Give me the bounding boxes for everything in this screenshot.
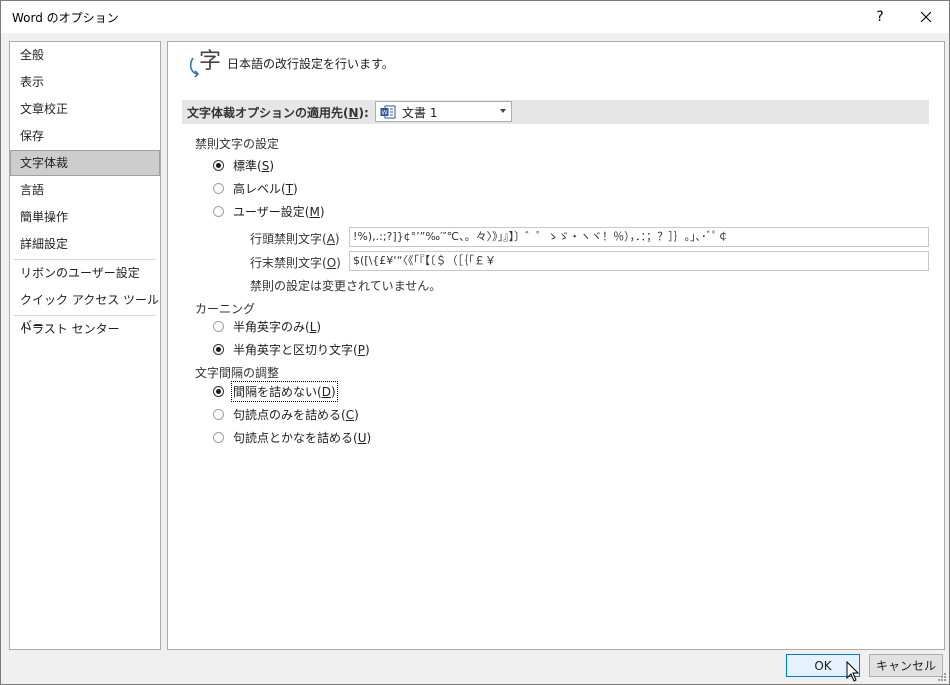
selected-document: 文書 1 xyxy=(402,106,438,120)
sidebar-item-language[interactable]: 言語 xyxy=(10,177,160,203)
sidebar-item-proofing[interactable]: 文章校正 xyxy=(10,96,160,122)
kerning-half-width-punct-radio[interactable]: 半角英字と区切り文字(P) xyxy=(213,340,370,358)
radio-button[interactable] xyxy=(213,182,224,194)
sidebar-item-typography[interactable]: 文字体裁 xyxy=(10,150,160,176)
resize-grip-icon[interactable] xyxy=(937,672,947,682)
options-sidebar: 全般 表示 文章校正 保存 文字体裁 言語 簡単操作 詳細設定 リボンのユーザー… xyxy=(9,41,161,650)
kinsoku-section-title: 禁則文字の設定 xyxy=(195,137,280,151)
radio-label: ユーザー設定(M) xyxy=(233,204,325,219)
character-layout-icon: 字 xyxy=(189,49,221,78)
help-icon: ? xyxy=(876,9,884,25)
word-options-dialog: Word のオプション ? 全般 表示 文章校正 保存 文字体裁 言語 簡単操作… xyxy=(0,0,950,685)
sidebar-item-general[interactable]: 全般 xyxy=(10,42,160,68)
kerning-section-title: カーニング xyxy=(195,302,256,316)
radio-button[interactable] xyxy=(213,205,224,217)
cancel-button[interactable]: キャンセル xyxy=(869,654,943,677)
radio-button[interactable] xyxy=(213,320,224,332)
close-button[interactable] xyxy=(903,1,949,33)
radio-button[interactable] xyxy=(213,159,224,171)
sidebar-item-trust-center[interactable]: トラスト センター xyxy=(10,316,160,342)
trailing-forbidden-chars-field[interactable]: $([\{£¥‘“〈《「『【〔＄（［｛｢￡￥ xyxy=(349,251,929,271)
sidebar-item-label: 簡単操作 xyxy=(20,210,69,224)
kerning-half-width-radio[interactable]: 半角英字のみ(L) xyxy=(213,317,321,335)
sidebar-item-label: 文字体裁 xyxy=(20,156,69,170)
spacing-section-title: 文字間隔の調整 xyxy=(195,366,280,380)
kinsoku-high-radio[interactable]: 高レベル(T) xyxy=(213,179,298,197)
spacing-punct-only-radio[interactable]: 句読点のみを詰める(C) xyxy=(213,405,359,423)
word-document-icon: W xyxy=(380,105,396,119)
kinsoku-custom-radio[interactable]: ユーザー設定(M) xyxy=(213,202,325,220)
sidebar-item-label: 表示 xyxy=(20,75,45,89)
radio-button[interactable] xyxy=(213,431,224,443)
window-title: Word のオプション xyxy=(12,11,119,25)
sidebar-item-save[interactable]: 保存 xyxy=(10,123,160,149)
kinsoku-standard-radio[interactable]: 標準(S) xyxy=(213,156,274,174)
spacing-no-compress-radio[interactable]: 間隔を詰めない(D) xyxy=(213,380,338,402)
radio-label: 高レベル(T) xyxy=(233,181,298,196)
spacing-punct-kana-radio[interactable]: 句読点とかなを詰める(U) xyxy=(213,428,371,446)
sidebar-item-customize-ribbon[interactable]: リボンのユーザー設定 xyxy=(10,260,160,286)
sidebar-item-label: トラスト センター xyxy=(20,322,120,336)
radio-label: 標準(S) xyxy=(233,158,274,173)
leading-forbidden-chars-field[interactable]: !%),.:;?]}¢°’”‰′″℃、。々〉》」』】〕゛゜ゝゞ・ヽヾ！％），．：… xyxy=(349,227,929,247)
chevron-down-icon xyxy=(500,109,506,113)
leading-chars-label: 行頭禁則文字(A) xyxy=(250,232,340,246)
sidebar-item-display[interactable]: 表示 xyxy=(10,69,160,95)
svg-text:字: 字 xyxy=(199,49,221,74)
sidebar-item-label: 保存 xyxy=(20,129,45,143)
kinsoku-status-note: 禁則の設定は変更されていません。 xyxy=(250,279,442,293)
sidebar-item-label: 言語 xyxy=(20,183,45,197)
title-bar: Word のオプション ? xyxy=(1,1,949,33)
radio-label: 半角英字と区切り文字(P) xyxy=(233,342,370,357)
apply-to-label: 文字体裁オプションの適用先(N): xyxy=(187,106,369,120)
sidebar-item-label: 詳細設定 xyxy=(20,237,69,251)
radio-label: 半角英字のみ(L) xyxy=(233,319,322,334)
radio-button[interactable] xyxy=(213,385,224,397)
apply-to-document-dropdown[interactable]: W 文書 1 xyxy=(375,101,512,122)
close-icon xyxy=(920,11,932,23)
page-description: 日本語の改行設定を行います。 xyxy=(227,57,394,71)
trailing-chars-label: 行末禁則文字(O) xyxy=(250,256,341,270)
svg-text:W: W xyxy=(382,110,388,117)
sidebar-item-accessibility[interactable]: 簡単操作 xyxy=(10,204,160,230)
sidebar-item-advanced[interactable]: 詳細設定 xyxy=(10,231,160,257)
help-button[interactable]: ? xyxy=(857,1,903,33)
sidebar-item-label: リボンのユーザー設定 xyxy=(20,266,140,280)
radio-button[interactable] xyxy=(213,343,224,355)
sidebar-item-label: 文章校正 xyxy=(20,102,69,116)
radio-label: 句読点のみを詰める(C) xyxy=(233,407,359,422)
mouse-pointer-icon xyxy=(846,661,860,682)
radio-button[interactable] xyxy=(213,408,224,420)
sidebar-item-label: 全般 xyxy=(20,48,45,62)
radio-label: 句読点とかなを詰める(U) xyxy=(233,430,372,445)
radio-label: 間隔を詰めない(D) xyxy=(231,380,338,402)
sidebar-item-quick-access-toolbar[interactable]: クイック アクセス ツール バー xyxy=(10,287,160,333)
